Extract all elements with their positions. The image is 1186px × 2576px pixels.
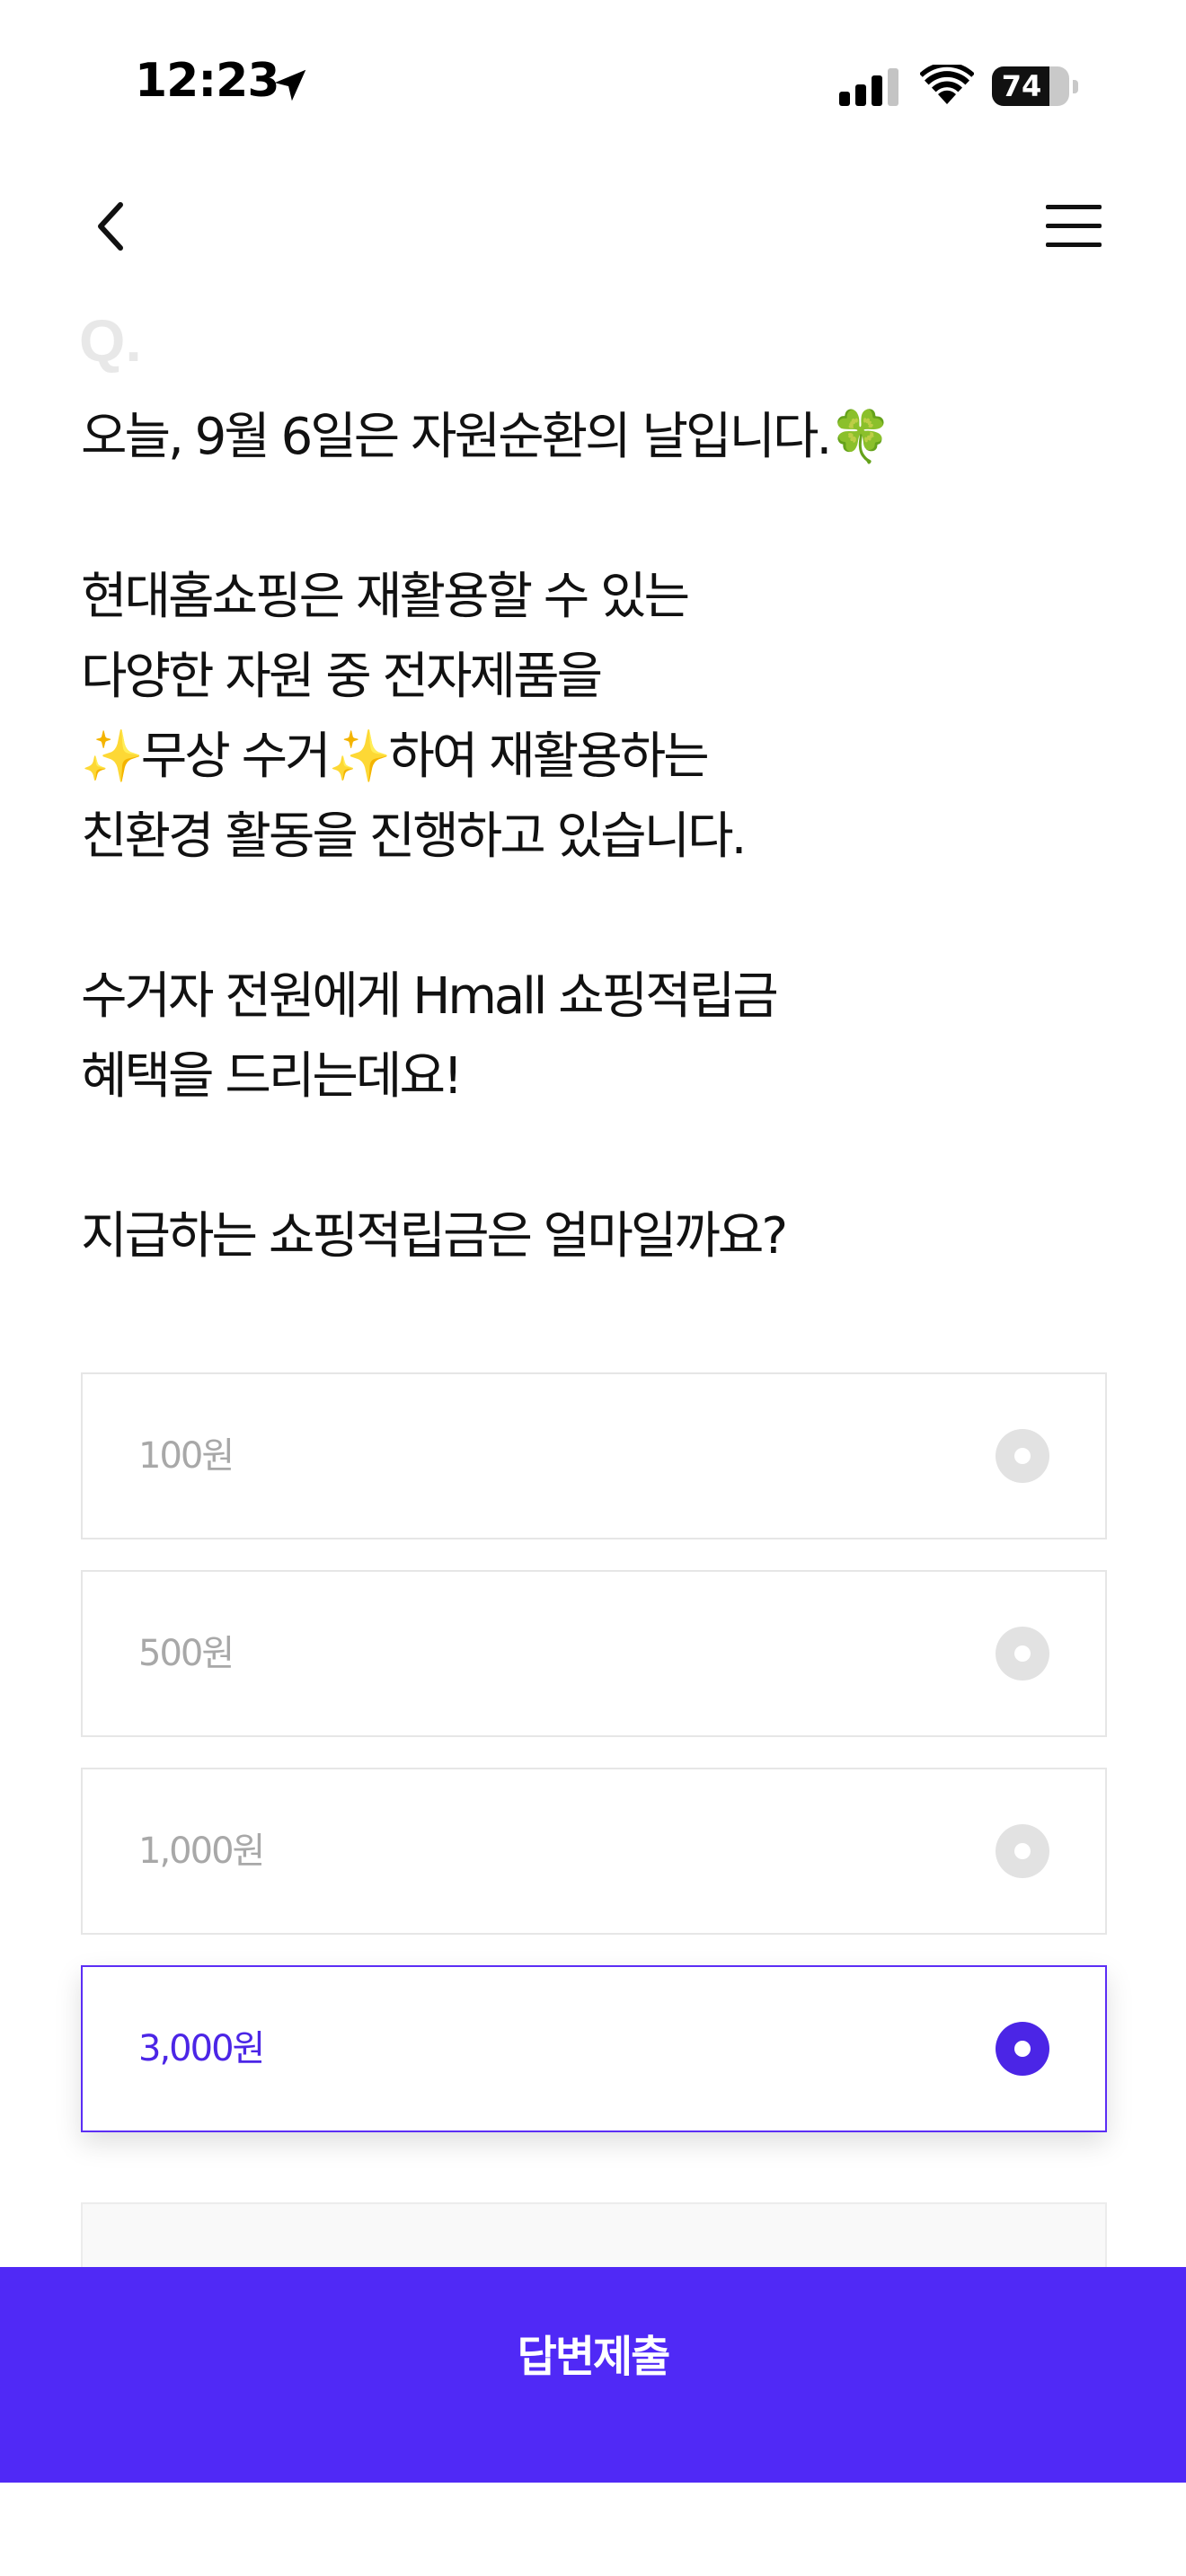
question-text: 오늘, 9월 6일은 자원순환의 날입니다.🍀 현대홈쇼핑은 재활용할 수 있는… (81, 408, 892, 1266)
location-arrow-icon (274, 69, 306, 101)
answer-option-3000[interactable]: 3,000원 (81, 1965, 1107, 2132)
hamburger-menu-icon (1046, 205, 1102, 247)
chevron-left-icon (98, 202, 123, 251)
radio-button-icon[interactable] (996, 2022, 1049, 2076)
battery-icon: 74 (992, 66, 1078, 106)
wifi-icon (920, 65, 974, 104)
option-label: 100원 (138, 1435, 235, 1477)
home-indicator-area (0, 2483, 1186, 2576)
battery-level: 74 (1001, 69, 1042, 103)
cellular-signal-icon (839, 68, 898, 106)
answer-option-500[interactable]: 500원 (81, 1570, 1107, 1737)
menu-button[interactable] (1033, 196, 1114, 255)
radio-button-icon[interactable] (996, 1429, 1049, 1483)
radio-button-icon[interactable] (996, 1824, 1049, 1878)
answer-options: 100원 500원 1,000원 3,000원 (81, 1372, 1107, 2163)
quiz-screen: 12:23 74 Q. 오늘, 9월 6일은 자원순환의 날입니다.🍀 현대홈쇼… (0, 0, 1186, 2576)
radio-button-icon[interactable] (996, 1627, 1049, 1681)
option-label: 500원 (138, 1633, 235, 1674)
answer-option-100[interactable]: 100원 (81, 1372, 1107, 1539)
status-bar: 12:23 74 (0, 0, 1186, 171)
option-label: 1,000원 (138, 1831, 265, 1872)
submit-answer-button[interactable]: 답변제출 (0, 2267, 1186, 2483)
question-mark-label: Q. (79, 307, 142, 374)
option-label: 3,000원 (138, 2028, 265, 2069)
answer-option-1000[interactable]: 1,000원 (81, 1768, 1107, 1935)
status-time: 12:23 (135, 54, 280, 108)
back-button[interactable] (81, 192, 138, 260)
